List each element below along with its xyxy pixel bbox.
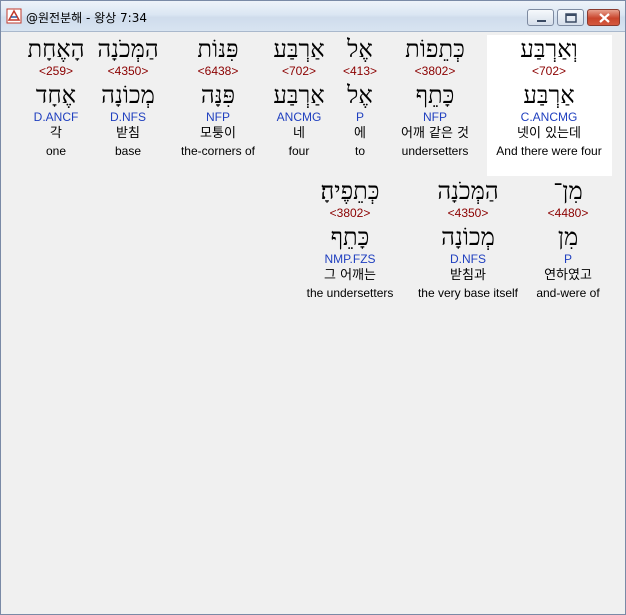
interlinear-panel: וְאַרְבַּע <702> אַרְבַּע C.ANCMG 넷이 있는데 And … <box>4 32 612 610</box>
lemma-word: אֶחָד <box>35 81 77 109</box>
maximize-icon <box>565 13 577 23</box>
app-logo-icon <box>6 8 22 24</box>
title-bar[interactable]: @원전분해 - 왕상 7:34 <box>1 1 625 32</box>
maximize-button[interactable] <box>557 9 584 26</box>
korean-gloss: 그 어깨는 <box>324 268 376 283</box>
word-cell[interactable]: הָאֶחָת <259> אֶחָד D.ANCF 각 one <box>0 36 126 159</box>
window-title: @원전분해 - 왕상 7:34 <box>26 11 147 25</box>
word-cell[interactable]: כְּתֵפֶיהָ׃ <3802> כָּתֵף NMP.FZS 그 어깨는 the u… <box>280 178 420 301</box>
close-button[interactable] <box>587 9 620 26</box>
strong-number[interactable]: <3802> <box>280 205 420 221</box>
close-icon <box>599 13 610 23</box>
hebrew-word: כְּתֵפֶיהָ׃ <box>320 177 380 205</box>
morphology-code: D.ANCF <box>33 110 79 124</box>
hebrew-word: הָאֶחָת <box>27 35 85 63</box>
app-window: @원전분해 - 왕상 7:34 וְאַרְבַּע <702> אַרְבַּע C… <box>0 0 626 615</box>
morphology-code: NMP.FZS <box>324 252 376 266</box>
minimize-icon <box>537 20 546 22</box>
korean-gloss: 각 <box>50 126 62 141</box>
strong-number[interactable]: <259> <box>0 63 126 79</box>
english-gloss: the undersetters <box>306 286 394 300</box>
english-gloss: one <box>45 144 67 158</box>
lemma-word: כָּתֵף <box>330 223 370 251</box>
minimize-button[interactable] <box>527 9 554 26</box>
